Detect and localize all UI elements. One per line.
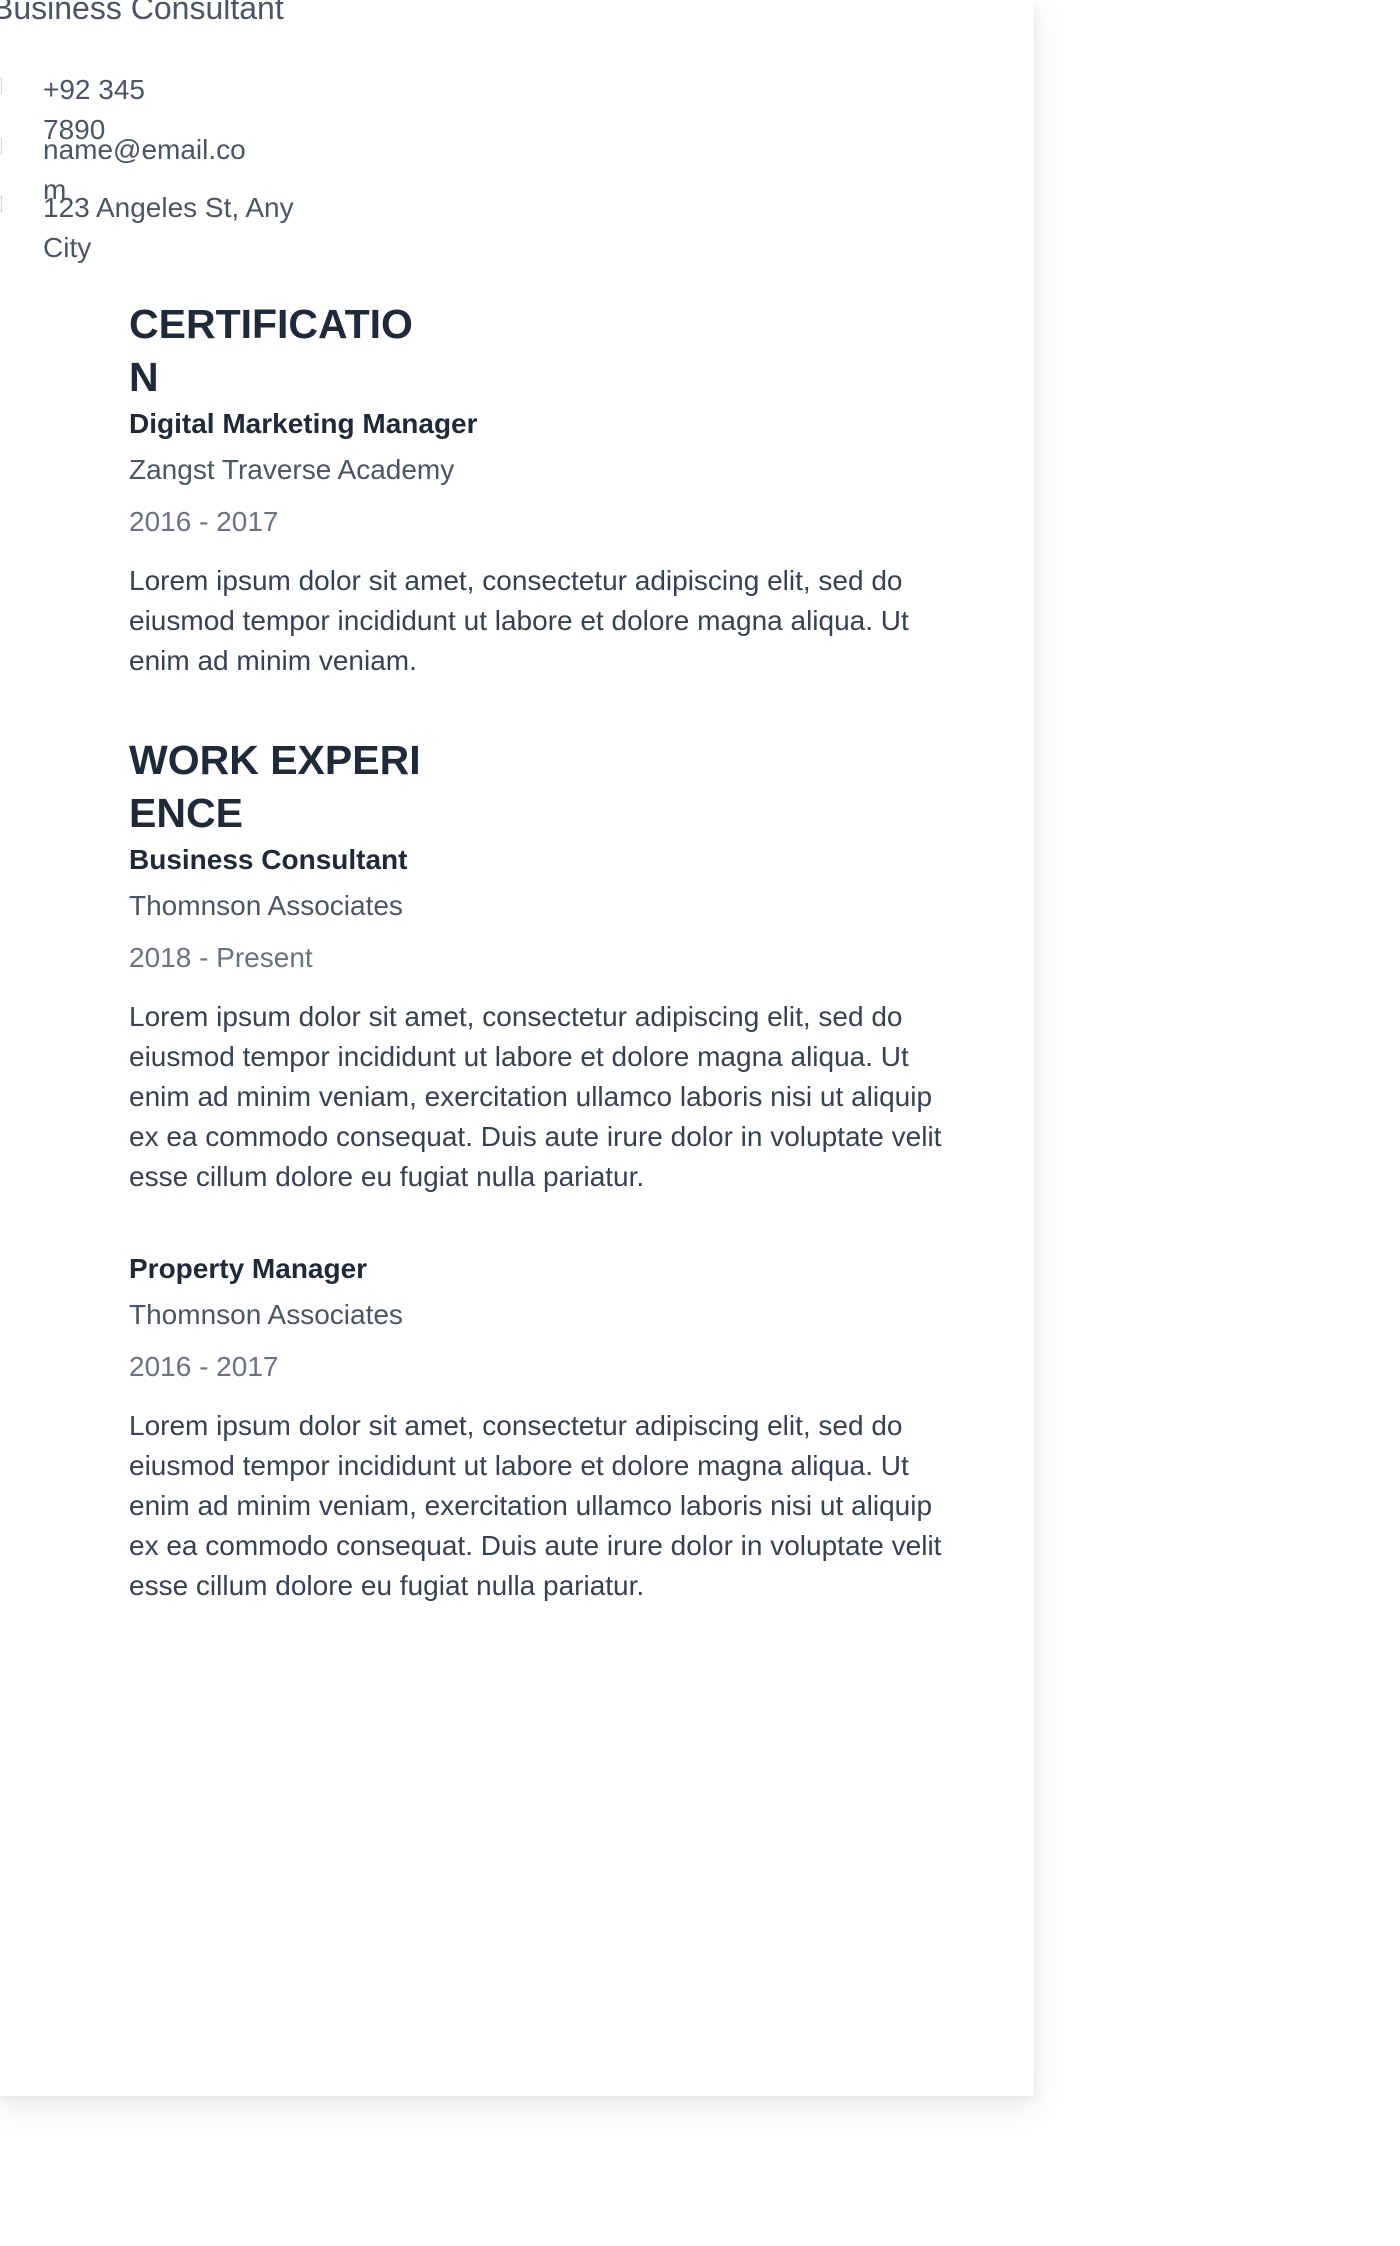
work-experience-heading: WORK EXPERIENCE (129, 737, 421, 836)
entry-dates: 2018 - Present (129, 942, 313, 973)
entry-dates: 2016 - 2017 (129, 1351, 279, 1382)
email-icon (0, 138, 2, 154)
work-experience-section: WORK EXPERIENCE Business Consultant Thom… (129, 734, 969, 1606)
work-entry: Business Consultant Thomnson Associates … (129, 840, 969, 1197)
entry-description: Lorem ipsum dolor sit amet, consectetur … (129, 1410, 942, 1601)
certification-entry: Digital Marketing Manager Zangst Travers… (129, 404, 969, 681)
location-icon (0, 196, 2, 212)
entry-dates: 2016 - 2017 (129, 506, 279, 537)
work-entry: Property Manager Thomnson Associates 201… (129, 1249, 969, 1606)
job-subtitle: Business Consultant (0, 0, 284, 26)
phone-icon (0, 78, 2, 94)
certification-heading: CERTIFICATION (129, 301, 413, 400)
address-text: 123 Angeles St, Any City (43, 192, 294, 263)
entry-organization: Thomnson Associates (129, 1299, 403, 1330)
entry-description: Lorem ipsum dolor sit amet, consectetur … (129, 565, 909, 676)
entry-organization: Zangst Traverse Academy (129, 454, 455, 485)
resume-page: Business Consultant +92 345 7890 name@em… (0, 0, 1034, 2096)
entry-description: Lorem ipsum dolor sit amet, consectetur … (129, 1001, 942, 1192)
entry-title: Property Manager (129, 1253, 368, 1284)
certification-section: CERTIFICATION Digital Marketing Manager … (129, 298, 969, 681)
entry-organization: Thomnson Associates (129, 890, 403, 921)
entry-title: Digital Marketing Manager (129, 408, 478, 439)
entry-title: Business Consultant (129, 844, 408, 875)
